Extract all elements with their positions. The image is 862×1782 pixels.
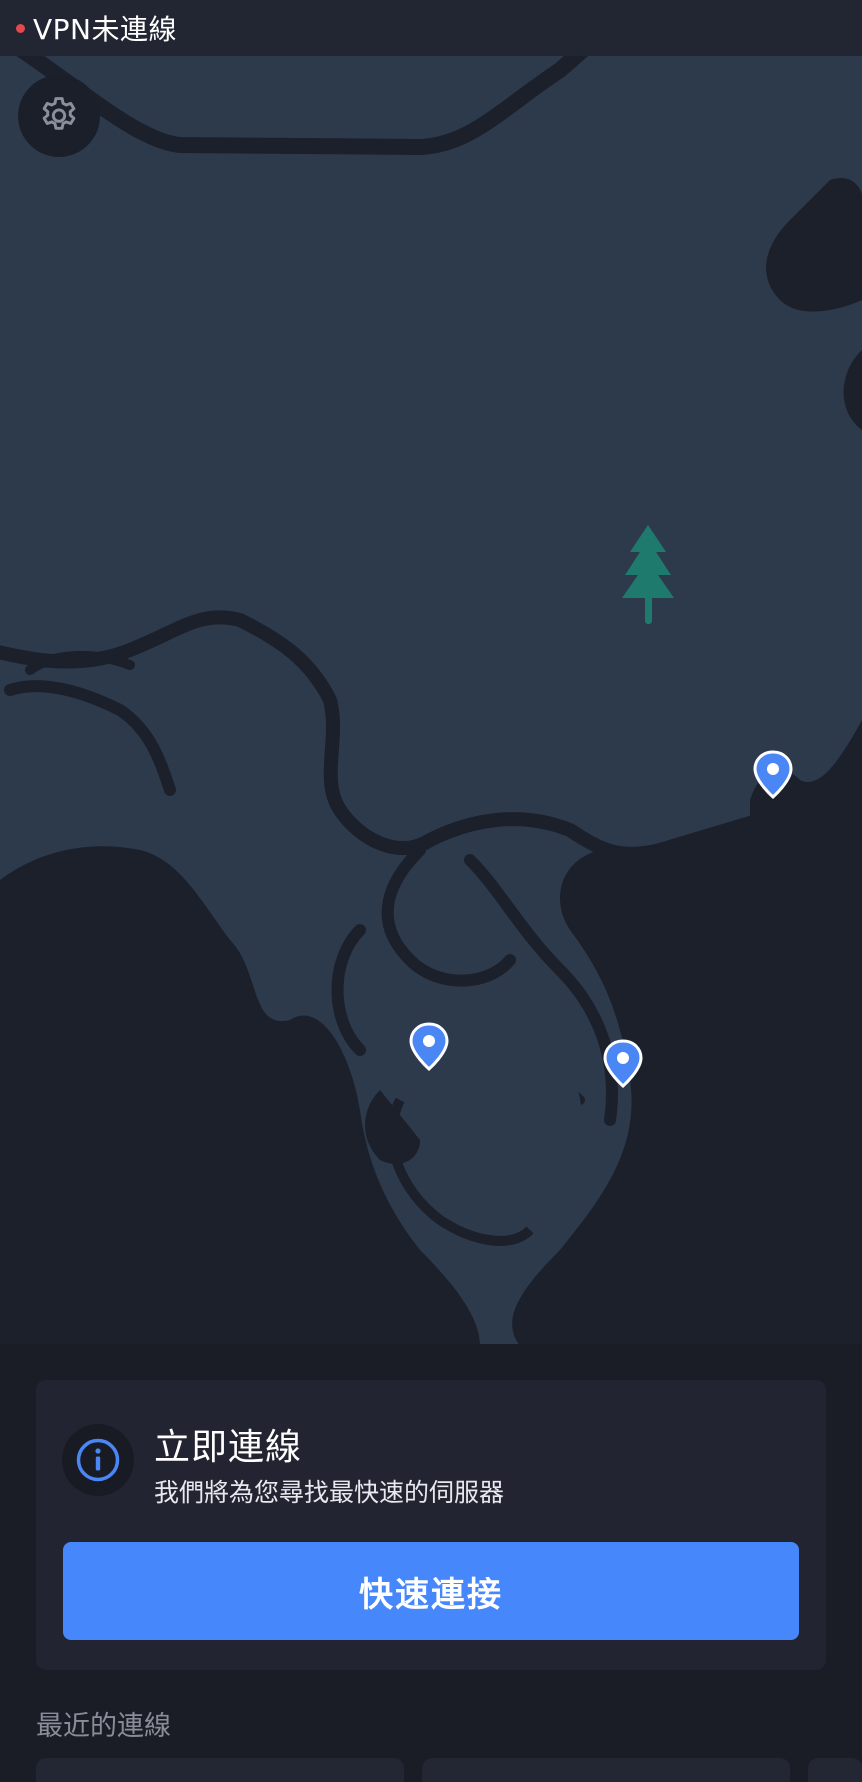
connect-now-subtitle: 我們將為您尋找最快速的伺服器 [154, 1478, 505, 1507]
vpn-app: VPN未連線 立即連線 我們將為您尋找最快速的伺服器 快速連接 最近的連線 [0, 0, 862, 1782]
location-pin-icon [603, 1039, 643, 1089]
recent-connection-tile[interactable] [422, 1758, 790, 1782]
server-pin-1[interactable] [752, 750, 794, 800]
gear-icon [42, 97, 76, 130]
recent-connections-label: 最近的連線 [36, 1711, 171, 1742]
status-indicator-dot [16, 23, 25, 33]
status-bar: VPN未連線 [0, 0, 862, 56]
vpn-status-text: VPN未連線 [33, 13, 177, 46]
recent-connection-tile[interactable] [36, 1758, 404, 1782]
location-pin-icon [409, 1022, 449, 1072]
location-pin-icon [753, 750, 793, 800]
info-icon-badge [62, 1424, 134, 1496]
server-pin-3[interactable] [602, 1039, 644, 1089]
recent-connection-tile[interactable] [808, 1758, 862, 1782]
server-pin-2[interactable] [408, 1022, 450, 1072]
bottom-sheet: 立即連線 我們將為您尋找最快速的伺服器 快速連接 最近的連線 [0, 1344, 862, 1782]
quick-connect-button[interactable]: 快速連接 [63, 1542, 799, 1640]
connect-now-title: 立即連線 [154, 1427, 303, 1468]
settings-button[interactable] [18, 75, 100, 157]
connect-card: 立即連線 我們將為您尋找最快速的伺服器 快速連接 [36, 1380, 826, 1670]
map-canvas [0, 56, 862, 1346]
server-map[interactable] [0, 56, 862, 1346]
info-icon [76, 1438, 120, 1482]
